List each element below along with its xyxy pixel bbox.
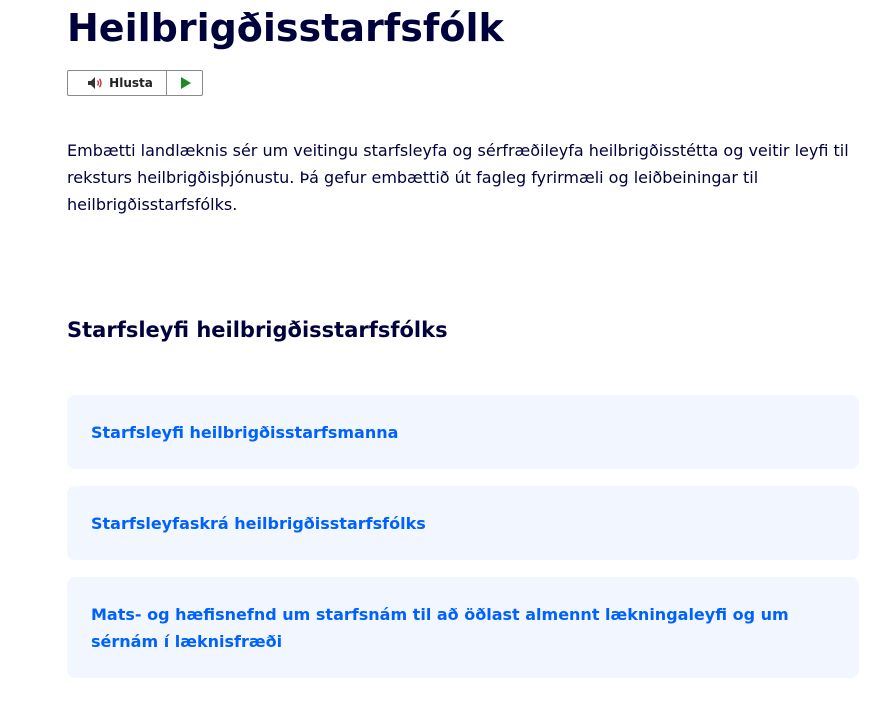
link-card-label[interactable]: Starfsleyfaskrá heilbrigðisstarfsfólks	[91, 510, 426, 537]
listen-button[interactable]: Hlusta	[68, 71, 167, 95]
play-icon	[181, 77, 191, 89]
listen-label: Hlusta	[109, 76, 153, 90]
link-card-mats-og-haefisnefnd[interactable]: Mats- og hæfisnefnd um starfsnám til að …	[67, 577, 859, 678]
link-card-label[interactable]: Mats- og hæfisnefnd um starfsnám til að …	[91, 601, 835, 655]
section-heading: Starfsleyfi heilbrigðisstarfsfólks	[67, 318, 448, 342]
link-card-starfsleyfaskra[interactable]: Starfsleyfaskrá heilbrigðisstarfsfólks	[67, 486, 859, 560]
listen-widget: Hlusta	[67, 70, 203, 96]
play-button[interactable]	[167, 71, 202, 95]
intro-paragraph: Embætti landlæknis sér um veitingu starf…	[67, 141, 849, 214]
page-title: Heilbrigðisstarfsfólk	[67, 6, 504, 50]
link-card-starfsleyfi[interactable]: Starfsleyfi heilbrigðisstarfsmanna	[67, 395, 859, 469]
link-card-label[interactable]: Starfsleyfi heilbrigðisstarfsmanna	[91, 419, 398, 446]
speaker-icon	[87, 76, 105, 90]
